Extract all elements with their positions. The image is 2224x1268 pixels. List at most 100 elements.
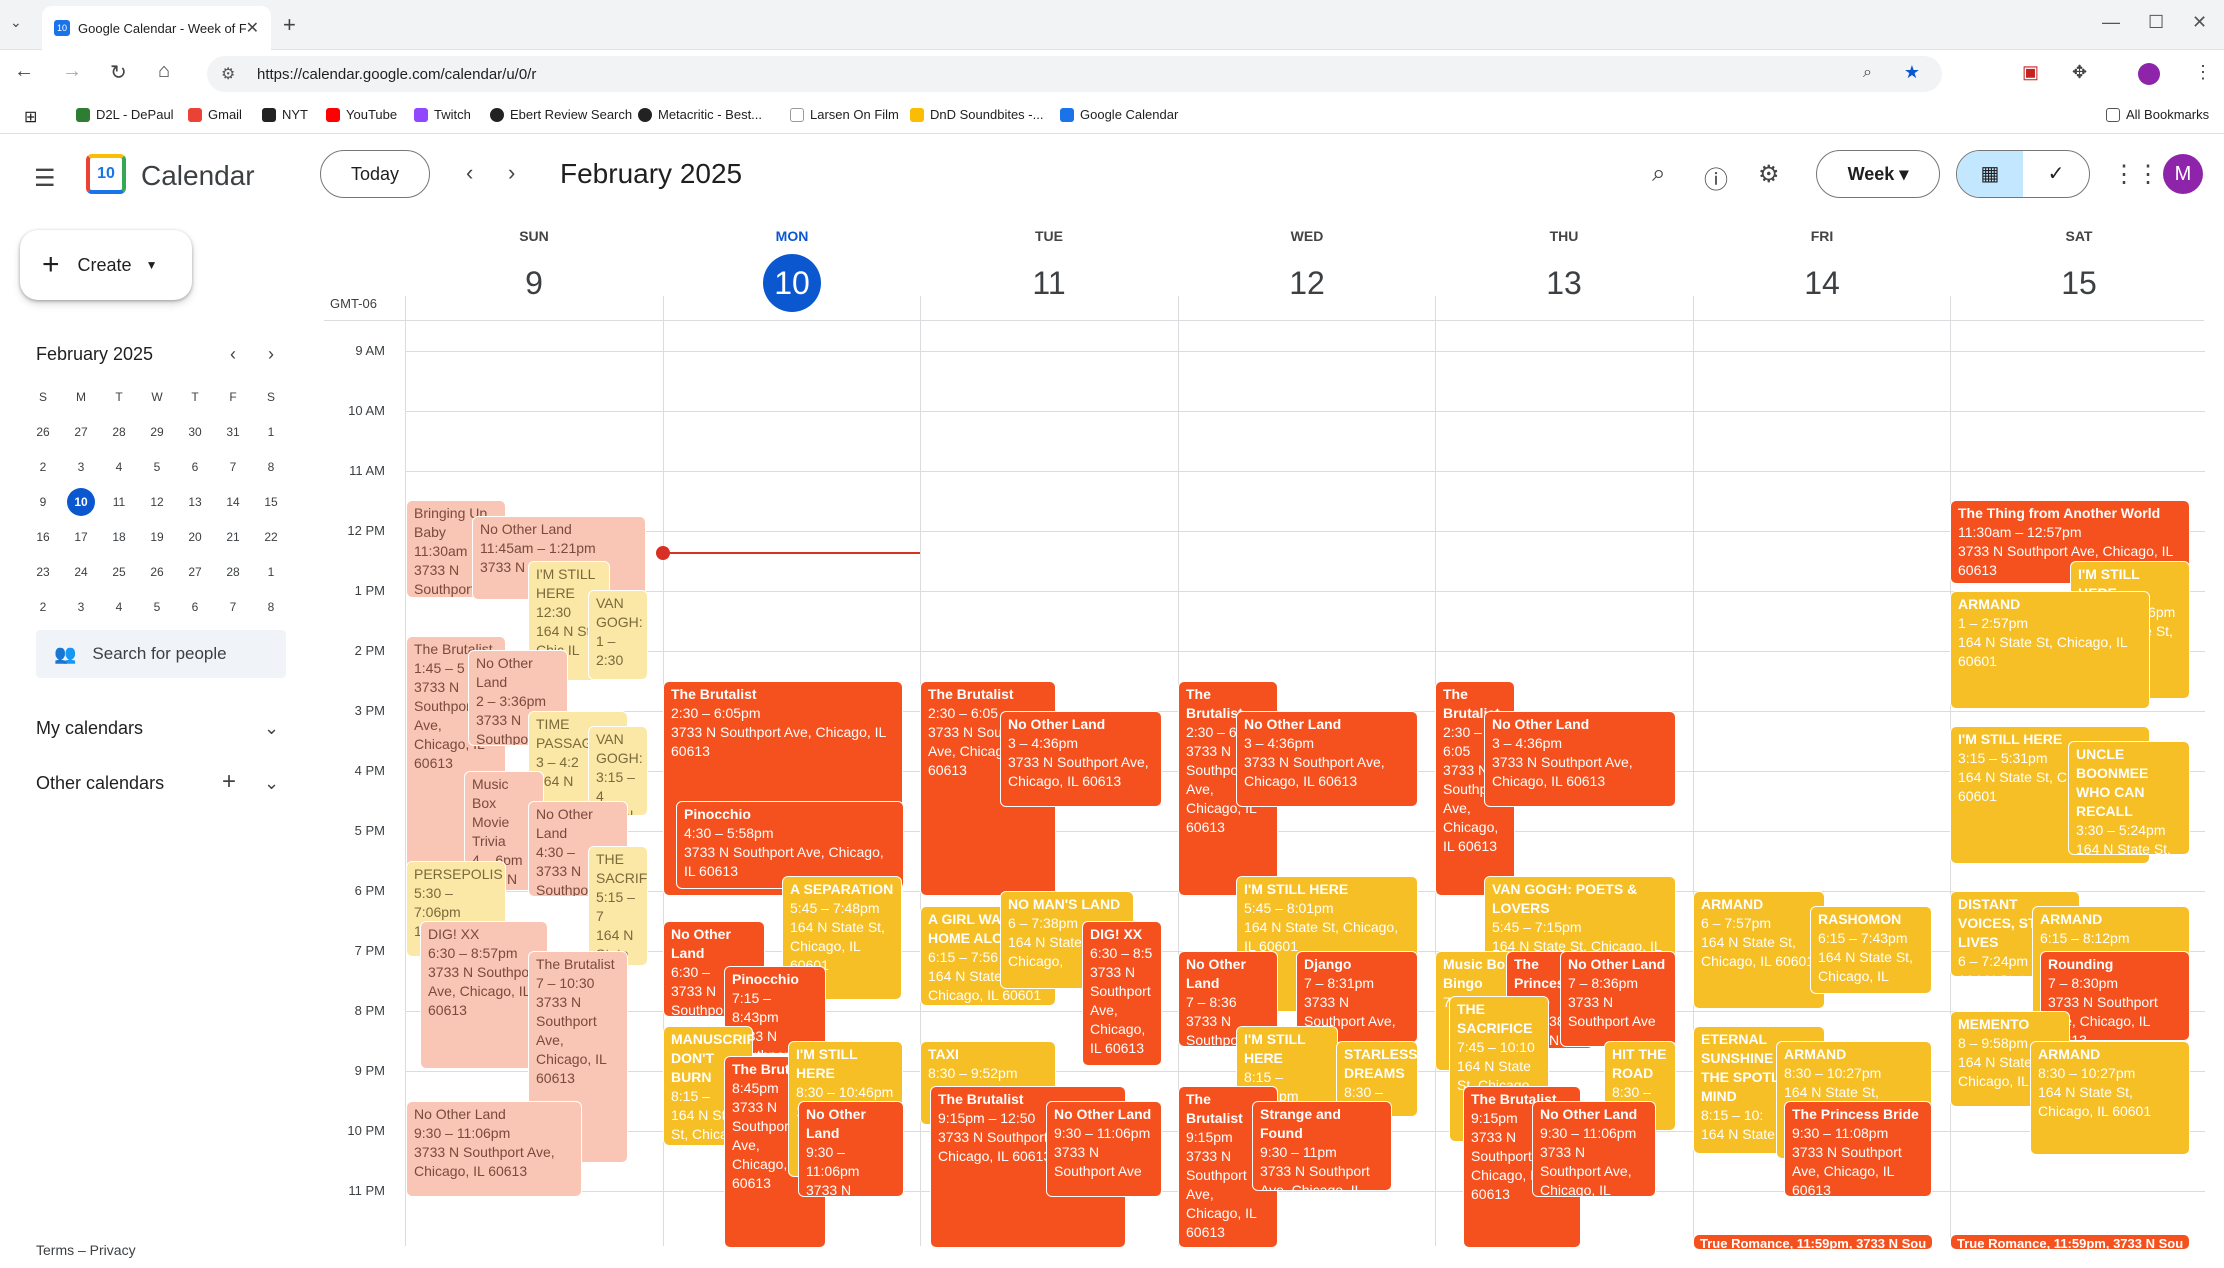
previous-week-icon[interactable]: ‹: [466, 160, 473, 186]
reload-icon[interactable]: ↻: [110, 60, 127, 85]
mini-day[interactable]: 5: [138, 590, 176, 625]
back-icon[interactable]: ←: [14, 60, 34, 83]
event-chip[interactable]: ARMAND 8:30 – 10:27pm 164 N State St, Chic…: [2030, 1041, 2190, 1155]
bookmark-dnd[interactable]: DnD Soundbites -...: [910, 107, 1043, 122]
day-number[interactable]: 9: [505, 254, 563, 312]
day-header-mon[interactable]: MON 10: [663, 228, 921, 312]
day-number[interactable]: 15: [2050, 254, 2108, 312]
event-chip[interactable]: UNCLE BOONMEE WHO CAN RECALL 3:30 – 5:24p…: [2068, 741, 2190, 855]
extensions-icon[interactable]: ✥: [2072, 62, 2087, 83]
other-calendars-heading[interactable]: Other calendars: [36, 773, 164, 794]
mini-day[interactable]: 4: [100, 590, 138, 625]
mini-next-icon[interactable]: ›: [268, 344, 274, 365]
tab-search-icon[interactable]: ⌄: [10, 14, 22, 31]
mini-day[interactable]: 10: [62, 485, 100, 520]
site-info-icon[interactable]: ⚙: [221, 64, 235, 84]
day-number[interactable]: 10: [763, 254, 821, 312]
close-tab-icon[interactable]: ✕: [246, 18, 259, 38]
mini-day[interactable]: 29: [138, 415, 176, 450]
home-icon[interactable]: ⌂: [158, 60, 170, 83]
mini-day[interactable]: 7: [214, 590, 252, 625]
mini-day[interactable]: 25: [100, 555, 138, 590]
event-chip[interactable]: THE SACRIFICE5:15 – 7164 N State St: [588, 846, 648, 966]
event-chip[interactable]: No Other Land 3 – 4:36pm 3733 N Southport …: [1484, 711, 1676, 807]
event-chip[interactable]: No Other Land9:30 – 11:06pm3733 N Southp…: [798, 1101, 904, 1197]
event-chip[interactable]: No Other Land9:30 – 11:06pm3733 N Southp…: [1046, 1101, 1162, 1197]
mini-day[interactable]: 31: [214, 415, 252, 450]
mini-day[interactable]: 5: [138, 450, 176, 485]
mini-day[interactable]: 26: [24, 415, 62, 450]
bookmark-nyt[interactable]: NYT: [262, 107, 308, 122]
event-chip[interactable]: No Other Land9:30 – 11:06pm3733 N Southp…: [406, 1101, 582, 1197]
event-chip[interactable]: No Other Land 3 – 4:36pm 3733 N Southport …: [1000, 711, 1162, 807]
mini-day[interactable]: 9: [24, 485, 62, 520]
day-header-fri[interactable]: FRI 14: [1693, 228, 1951, 312]
browser-tab[interactable]: 10 Google Calendar - Week of F ✕: [42, 6, 271, 50]
bookmark-metacritic[interactable]: Metacritic - Best...: [638, 107, 762, 122]
tasks-view-icon[interactable]: ✓: [2023, 151, 2089, 197]
chevron-down-icon[interactable]: ⌄: [264, 718, 279, 739]
browser-menu-icon[interactable]: ⋮: [2194, 62, 2212, 83]
event-chip[interactable]: No Other Land 7 – 8:36pm 3733 N Southport …: [1560, 951, 1676, 1047]
day-header-thu[interactable]: THU 13: [1435, 228, 1693, 312]
create-button[interactable]: + Create ▼: [20, 230, 192, 300]
chevron-down-icon[interactable]: ⌄: [264, 773, 279, 794]
account-avatar[interactable]: M: [2163, 154, 2203, 194]
mini-day[interactable]: 27: [176, 555, 214, 590]
mini-day[interactable]: 13: [176, 485, 214, 520]
bookmark-google-calendar[interactable]: Google Calendar: [1060, 107, 1178, 122]
day-header-sat[interactable]: SAT 15: [1950, 228, 2208, 312]
event-chip[interactable]: DIG! XX 6:30 – 8:5 3733 N Southport Ave, C…: [1082, 921, 1162, 1066]
calendar-view-icon[interactable]: ▦: [1957, 151, 2023, 197]
day-header-wed[interactable]: WED 12: [1178, 228, 1436, 312]
add-calendar-icon[interactable]: +: [222, 768, 236, 796]
mini-day[interactable]: 2: [24, 450, 62, 485]
mini-day[interactable]: 26: [138, 555, 176, 590]
mini-day[interactable]: 30: [176, 415, 214, 450]
event-chip[interactable]: The Princess Bride 9:30 – 11:08pm 3733 N S…: [1784, 1101, 1932, 1197]
terms-privacy-link[interactable]: Terms – Privacy: [36, 1242, 136, 1258]
event-chip[interactable]: RASHOMON 6:15 – 7:43pm 164 N State St, Chi…: [1810, 906, 1932, 994]
calendar-tasks-toggle[interactable]: ▦ ✓: [1956, 150, 2090, 198]
zoom-icon[interactable]: ⌕: [1863, 64, 1872, 82]
mini-day[interactable]: 3: [62, 590, 100, 625]
event-chip[interactable]: ARMAND 6 – 7:57pm 164 N State St, Chicago,…: [1693, 891, 1825, 1009]
event-chip[interactable]: Strange and Found 9:30 – 11pm 3733 N South…: [1252, 1101, 1392, 1191]
bookmark-d2l[interactable]: D2L - DePaul: [76, 107, 174, 122]
my-calendars-heading[interactable]: My calendars: [36, 718, 143, 739]
mini-day[interactable]: 8: [252, 590, 290, 625]
mini-day[interactable]: 23: [24, 555, 62, 590]
bookmark-star-icon[interactable]: ★: [1904, 62, 1920, 83]
pdf-extension-icon[interactable]: ▣: [2022, 62, 2039, 83]
mini-day[interactable]: 28: [214, 555, 252, 590]
main-menu-icon[interactable]: ☰: [34, 164, 56, 193]
mini-day[interactable]: 4: [100, 450, 138, 485]
close-window-icon[interactable]: ✕: [2192, 12, 2207, 33]
event-chip[interactable]: True Romance, 11:59pm, 3733 N Sou: [1693, 1234, 1933, 1250]
mini-day[interactable]: 6: [176, 590, 214, 625]
bookmark-youtube[interactable]: YouTube: [326, 107, 397, 122]
profile-icon[interactable]: [2138, 63, 2160, 85]
event-chip[interactable]: No Other Land9:30 – 11:06pm3733 N Southp…: [1532, 1101, 1656, 1197]
mini-day[interactable]: 17: [62, 520, 100, 555]
day-number[interactable]: 14: [1793, 254, 1851, 312]
minimize-icon[interactable]: —: [2102, 12, 2120, 33]
bookmark-twitch[interactable]: Twitch: [414, 107, 471, 122]
new-tab-icon[interactable]: +: [283, 12, 296, 38]
google-apps-icon[interactable]: ⋮⋮: [2112, 160, 2160, 189]
mini-day[interactable]: 22: [252, 520, 290, 555]
day-header-tue[interactable]: TUE 11: [920, 228, 1178, 312]
mini-prev-icon[interactable]: ‹: [230, 344, 236, 365]
mini-day[interactable]: 2: [24, 590, 62, 625]
event-chip[interactable]: VAN GOGH: 1 – 2:30: [588, 590, 648, 680]
day-header-sun[interactable]: SUN 9: [405, 228, 663, 312]
mini-day[interactable]: 3: [62, 450, 100, 485]
next-week-icon[interactable]: ›: [508, 160, 515, 186]
settings-gear-icon[interactable]: ⚙: [1758, 160, 1780, 189]
event-chip[interactable]: ARMAND 1 – 2:57pm 164 N State St, Chicago,…: [1950, 591, 2150, 709]
mini-day[interactable]: 18: [100, 520, 138, 555]
mini-day[interactable]: 28: [100, 415, 138, 450]
mini-day[interactable]: 12: [138, 485, 176, 520]
mini-day[interactable]: 19: [138, 520, 176, 555]
day-number[interactable]: 13: [1535, 254, 1593, 312]
